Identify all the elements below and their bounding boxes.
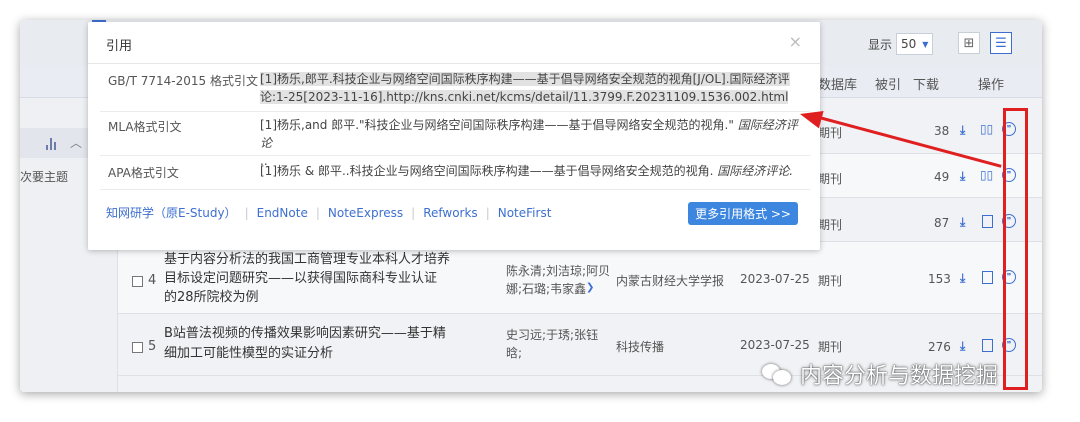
chevron-right-icon[interactable]: ❯ [586,282,594,293]
grid-icon: ⊞ [963,35,975,51]
article-title-line[interactable]: 基于内容分析法的我国工商管理专业本科人才培养 [164,250,450,269]
row-date: 2023-07-25 [740,272,810,286]
document-icon[interactable] [982,339,993,352]
list-view-button[interactable]: ☰ [990,32,1012,54]
row-database: 期刊 [818,218,843,232]
list-icon: ☰ [995,35,1007,51]
article-title-line[interactable]: 目标设定问题研究——以获得国际商科专业认证 [164,269,437,288]
authors-line[interactable]: 娜;石璐;韦家鑫 [506,280,586,297]
citation-format-label: MLA格式引文 [108,120,182,134]
export-link-noteexpress[interactable]: NoteExpress [328,206,403,220]
link-separator: | [485,205,490,220]
document-icon[interactable] [982,215,993,228]
citation-text[interactable]: [1]杨乐 & 郎平..科技企业与网络空间国际秩序构建——基于倡导网络安全规范的… [260,162,800,180]
read-book-icon[interactable]: ▯▯ [980,168,993,182]
row-database: 期刊 [818,126,843,140]
citation-format-label: GB/T 7714-2015 格式引文 [108,74,258,88]
citation-row-gbt: GB/T 7714-2015 格式引文 [1]杨乐,郎平.科技企业与网络空间国际… [100,64,810,112]
watermark: 内容分析与数据挖掘 [762,358,998,390]
chevron-up-icon: ︿ [70,136,83,150]
export-link-refworks[interactable]: Refworks [423,206,478,220]
grid-view-button[interactable]: ⊞ [958,32,980,54]
row-database: 期刊 [818,172,843,186]
row-date: 2023-07-25 [740,338,810,352]
export-link-notefirst[interactable]: NoteFirst [498,206,552,220]
row-source[interactable]: 科技传播 [616,338,664,355]
export-link-estudy[interactable]: 知网研学（原E-Study） [106,204,237,221]
article-title-line[interactable]: B站普法视频的传播效果影响因素研究——基于精 [164,324,446,343]
header-downloads[interactable]: 下载 [913,74,939,93]
table-row: 4 基于内容分析法的我国工商管理专业本科人才培养 目标设定问题研究——以获得国际… [118,242,1042,314]
wechat-icon [762,362,792,386]
citation-text-plain: [1]杨乐,and 郎平."科技企业与网络空间国际秩序构建——基于倡导网络安全规… [260,118,738,132]
header-actions: 操作 [978,78,1005,93]
citation-row-apa: APA格式引文 [1]杨乐 & 郎平..科技企业与网络空间国际秩序构建——基于倡… [100,156,810,190]
citation-text-line: 论:1-25[2023-11-16].http://kns.cnki.net/k… [260,90,789,104]
chevron-down-icon: ▼ [922,39,929,49]
read-book-icon[interactable]: ▯▯ [980,122,993,136]
row-downloads: 38 [934,124,950,138]
citation-dialog: 引用 × GB/T 7714-2015 格式引文 [1]杨乐,郎平.科技企业与网… [88,22,820,250]
display-label: 显示 [868,37,893,52]
export-links: 知网研学（原E-Study） | EndNote | NoteExpress | Re… [106,204,551,221]
export-link-endnote[interactable]: EndNote [257,206,308,220]
header-database: 数据库 [818,78,858,93]
annotation-highlight-box [1003,108,1028,390]
page-size-value: 50 [901,37,917,51]
article-title-line[interactable]: 的28所院校为例 [164,288,259,307]
watermark-text: 内容分析与数据挖掘 [800,364,999,389]
download-icon[interactable]: ⤓ [960,215,965,230]
row-checkbox[interactable] [132,342,143,353]
row-source[interactable]: 内蒙古财经大学学报 [616,272,724,289]
document-icon[interactable] [982,271,993,284]
link-separator: | [244,205,249,220]
citation-format-label: APA格式引文 [108,166,179,180]
more-formats-button[interactable]: 更多引用格式 >> [688,202,798,225]
dialog-header: 引用 × [88,22,820,64]
download-icon[interactable]: ⤓ [960,169,965,184]
row-database: 期刊 [818,340,843,354]
bar-chart-icon [46,138,60,150]
link-separator: | [411,205,416,220]
row-downloads: 276 [928,340,951,354]
row-checkbox[interactable] [132,276,143,287]
page-size-select[interactable]: 50 ▼ [896,33,934,55]
row-database: 期刊 [818,274,843,288]
authors-line[interactable]: 史习远;于琇;张钰 [506,326,598,343]
citation-row-mla: MLA格式引文 [1]杨乐,and 郎平."科技企业与网络空间国际秩序构建——基… [100,112,810,168]
row-downloads: 49 [934,170,950,184]
close-icon[interactable]: × [789,32,802,51]
dialog-title: 引用 [106,39,133,54]
display-control: 显示 50 ▼ [868,33,934,55]
row-downloads: 87 [934,216,950,230]
secondary-topic-label[interactable]: 次要主题 [20,168,68,185]
citation-journal-italic: 国际经济评论. [717,164,794,178]
article-title-line[interactable]: 细加工可能性模型的实证分析 [164,344,333,363]
row-downloads: 153 [928,272,951,286]
download-icon[interactable]: ⤓ [960,339,965,354]
download-icon[interactable]: ⤓ [960,271,965,286]
link-separator: | [315,205,320,220]
download-icon[interactable]: ⤓ [960,123,965,138]
row-index: 4 [148,273,157,288]
citation-text-plain: [1]杨乐 & 郎平..科技企业与网络空间国际秩序构建——基于倡导网络安全规范的… [260,164,718,178]
authors-line[interactable]: 晗; [506,344,522,361]
authors-line[interactable]: 陈永清;刘洁琼;阿贝 [506,262,610,279]
header-cited[interactable]: 被引 [875,74,901,93]
citation-text[interactable]: [1]杨乐,郎平.科技企业与网络空间国际秩序构建——基于倡导网络安全规范的视角[… [260,70,800,106]
citation-text-line: [1]杨乐,郎平.科技企业与网络空间国际秩序构建——基于倡导网络安全规范的视角[… [260,72,790,86]
row-index: 5 [148,339,157,354]
